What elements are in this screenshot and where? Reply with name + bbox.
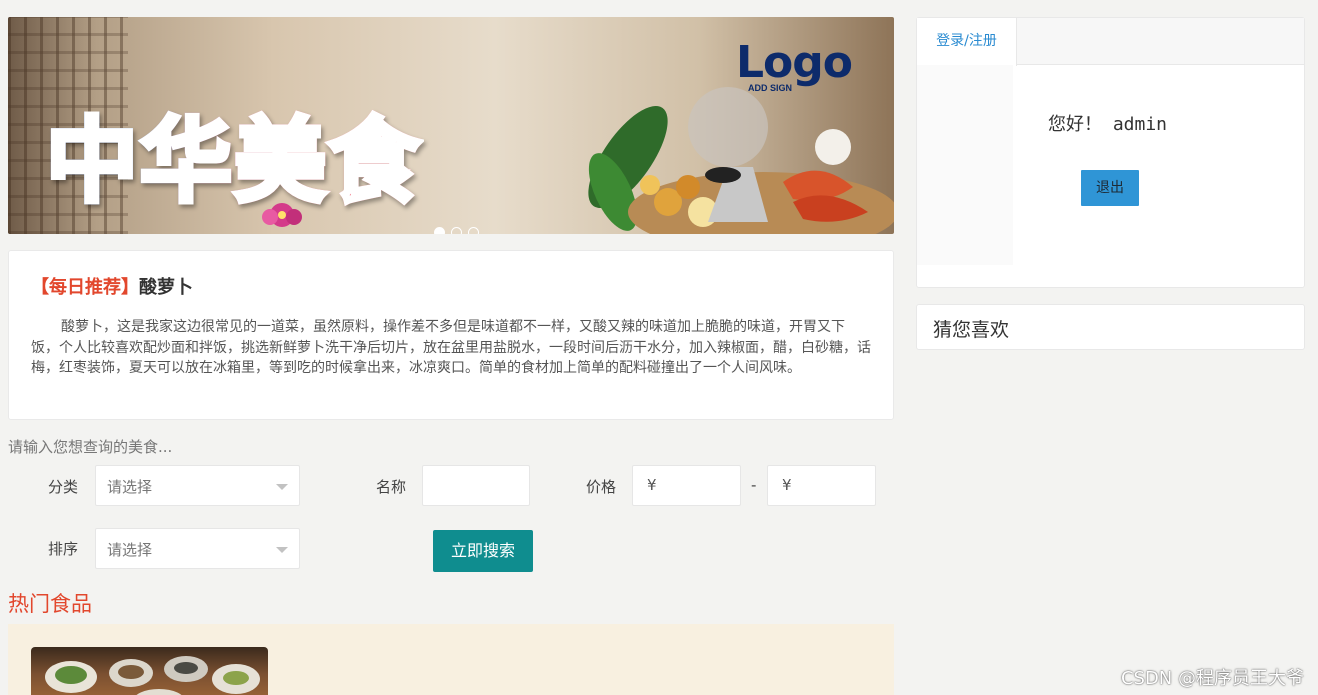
food-illustration — [588, 87, 894, 234]
price-label: 价格 — [586, 478, 617, 496]
sort-select-value: 请选择 — [107, 541, 153, 559]
sort-label: 排序 — [48, 540, 79, 558]
carousel-dot-1[interactable] — [434, 227, 445, 234]
banner-title: 中华美食 — [43, 87, 422, 220]
category-select-value: 请选择 — [107, 478, 153, 496]
login-panel: 登录/注册 您好！ admin 退出 — [916, 17, 1305, 288]
banner-carousel[interactable]: 中华美食 Logo ADD SIGN — [8, 17, 894, 234]
flower-decoration — [262, 203, 302, 227]
carousel-dot-3[interactable] — [468, 227, 479, 234]
category-label: 分类 — [48, 478, 79, 496]
chevron-down-icon — [276, 547, 288, 553]
name-input[interactable] — [422, 465, 530, 506]
watermark: CSDN @程序员王大爷 — [1120, 668, 1304, 689]
search-hint: 请输入您想查询的美食... — [8, 438, 173, 456]
guess-you-like-panel: 猜您喜欢 — [916, 304, 1305, 350]
tab-login-register[interactable]: 登录/注册 — [917, 18, 1017, 66]
chevron-down-icon — [276, 484, 288, 490]
login-tab-bar: 登录/注册 — [917, 18, 1304, 66]
carousel-indicators — [434, 227, 479, 234]
price-max-input[interactable]: ¥ — [767, 465, 876, 506]
sort-select[interactable]: 请选择 — [95, 528, 300, 569]
guess-you-like-title: 猜您喜欢 — [933, 319, 1010, 341]
carousel-dot-2[interactable] — [451, 227, 462, 234]
food-dishes-image — [45, 656, 260, 695]
banner-logo: Logo — [736, 37, 853, 88]
recommend-description: 酸萝卜，这是我家这边很常见的一道菜，虽然原料，操作差不多但是味道都不一样，又酸又… — [31, 319, 871, 376]
logout-button[interactable]: 退出 — [1081, 170, 1139, 206]
user-greeting: 您好！ admin — [1048, 114, 1168, 135]
hot-food-thumbnail[interactable] — [31, 647, 268, 695]
category-select[interactable]: 请选择 — [95, 465, 300, 506]
recommend-dish-name: 酸萝卜 — [139, 277, 193, 298]
recommend-tag: 【每日推荐】 — [31, 277, 139, 298]
daily-recommend-card: 【每日推荐】酸萝卜 酸萝卜，这是我家这边很常见的一道菜，虽然原料，操作差不多但是… — [8, 250, 894, 420]
recommend-heading: 【每日推荐】酸萝卜 — [31, 273, 871, 299]
price-min-input[interactable]: ¥ — [632, 465, 741, 506]
hot-foods-title: 热门食品 — [8, 592, 92, 616]
search-button[interactable]: 立即搜索 — [433, 530, 533, 572]
price-separator: - — [751, 476, 757, 494]
name-label: 名称 — [376, 478, 407, 496]
login-tab-side — [917, 65, 1013, 265]
